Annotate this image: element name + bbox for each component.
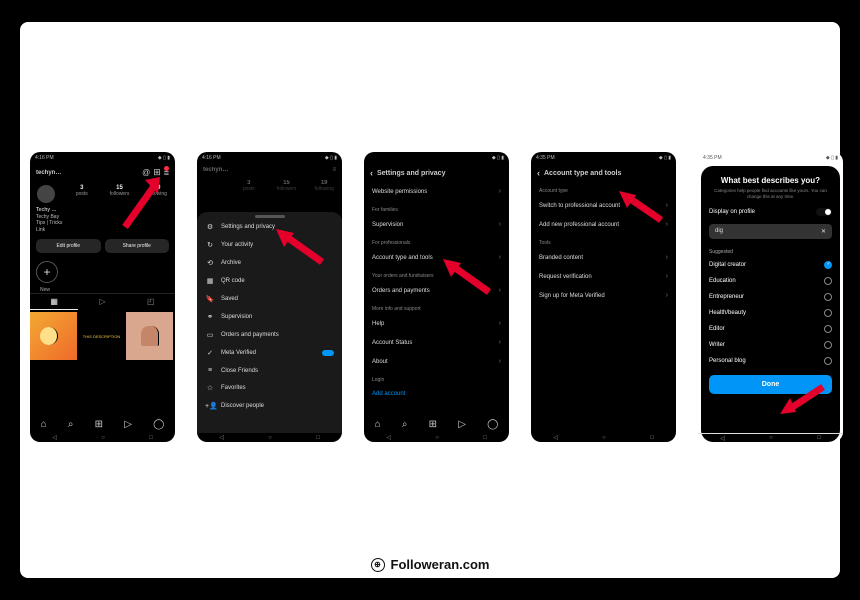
archive-icon: ⟲	[205, 259, 215, 267]
star-icon: ☆	[205, 384, 215, 392]
phone-settings: ◆ ▯ ▮ ‹Settings and privacy Website perm…	[364, 152, 509, 442]
row-account-type-tools[interactable]: Account type and tools›	[364, 248, 509, 267]
profile-header[interactable]: techyn… @ ⊞ ≡	[30, 164, 175, 181]
add-account-link[interactable]: Add account	[364, 385, 509, 403]
menu-your-activity[interactable]: ↻Your activity	[197, 236, 342, 254]
phone-account-type: 4:35 PM◆ ▯ ▮ ‹Account type and tools Acc…	[531, 152, 676, 442]
menu-orders[interactable]: ▭Orders and payments	[197, 326, 342, 344]
search-field[interactable]: dig✕	[709, 224, 832, 239]
qr-icon: ▦	[205, 277, 215, 285]
search-icon[interactable]: ⌕	[68, 419, 74, 430]
row-meta-verified[interactable]: Sign up for Meta Verified›	[531, 286, 676, 305]
reels-tab[interactable]: ▷	[78, 294, 126, 310]
phone-menu-sheet: 4:16 PM◆ ▯ ▮ techyn…≡ 3posts 15followers…	[197, 152, 342, 442]
share-profile-button[interactable]: Share profile	[105, 239, 170, 253]
avatar[interactable]	[37, 185, 55, 203]
supervision-icon: ⚭	[205, 313, 215, 321]
row-help[interactable]: Help›	[364, 314, 509, 333]
option-editor[interactable]: Editor	[701, 321, 840, 337]
menu-meta-verified[interactable]: ✓Meta Verified	[197, 344, 342, 362]
globe-icon: ⊕	[371, 558, 385, 572]
option-health-beauty[interactable]: Health/beauty	[701, 305, 840, 321]
row-switch-professional[interactable]: Switch to professional account›	[531, 196, 676, 215]
card-icon: ▭	[205, 331, 215, 339]
bottom-sheet: ⚙Settings and privacy ↻Your activity ⟲Ar…	[197, 212, 342, 433]
done-button[interactable]: Done	[709, 375, 832, 394]
create-icon[interactable]: ⊞	[153, 167, 161, 178]
status-bar: 4:16 PM◆ ▯ ▮	[30, 152, 175, 164]
option-digital-creator[interactable]: Digital creator	[701, 257, 840, 273]
gear-icon: ⚙	[205, 223, 215, 231]
row-add-professional[interactable]: Add new professional account›	[531, 215, 676, 234]
menu-close-friends[interactable]: ≡Close Friends	[197, 362, 342, 379]
row-about[interactable]: About›	[364, 352, 509, 371]
activity-icon: ↻	[205, 241, 215, 249]
row-account-status[interactable]: Account Status›	[364, 333, 509, 352]
row-branded-content[interactable]: Branded content›	[531, 248, 676, 267]
row-orders-payments[interactable]: Orders and payments›	[364, 281, 509, 300]
person-add-icon: +👤	[205, 402, 215, 410]
page-title: Settings and privacy	[377, 170, 445, 177]
menu-supervision[interactable]: ⚭Supervision	[197, 308, 342, 326]
post-thumbnail[interactable]: THIS DESCRIPTION	[78, 312, 126, 360]
menu-discover[interactable]: +👤Discover people	[197, 397, 342, 415]
option-entrepreneur[interactable]: Entrepreneur	[701, 289, 840, 305]
back-icon[interactable]: ‹	[537, 168, 540, 178]
menu-favorites[interactable]: ☆Favorites	[197, 379, 342, 397]
menu-archive[interactable]: ⟲Archive	[197, 254, 342, 272]
notification-dot	[164, 166, 169, 171]
watermark: ⊕ Followeran.com	[20, 557, 840, 572]
posts-grid: THIS DESCRIPTION	[30, 312, 175, 360]
phone-category-select: 4:35 PM◆ ▯ ▮ What best describes you? Ca…	[698, 152, 843, 442]
display-toggle-label: Display on profile	[709, 209, 755, 215]
profile-stats: 3posts 15followers 19following	[30, 181, 175, 205]
new-highlight-button[interactable]: +	[36, 261, 58, 283]
clear-icon[interactable]: ✕	[821, 228, 826, 235]
bottom-nav: ⌂ ⌕ ⊞ ▷ ◯	[30, 415, 175, 433]
question-subtitle: Categories help people find accounts lik…	[709, 188, 832, 200]
post-thumbnail[interactable]	[30, 312, 78, 360]
create-icon[interactable]: ⊞	[95, 419, 103, 430]
username: techyn…	[36, 170, 61, 176]
display-toggle[interactable]	[816, 208, 832, 216]
post-thumbnail[interactable]	[126, 312, 174, 360]
option-education[interactable]: Education	[701, 273, 840, 289]
grid-tab[interactable]: ▦	[30, 294, 78, 310]
menu-saved[interactable]: 🔖Saved	[197, 290, 342, 308]
page-title: Account type and tools	[544, 170, 621, 177]
bottom-nav: ⌂⌕⊞▷◯	[364, 415, 509, 433]
back-icon[interactable]: ‹	[370, 168, 373, 178]
bookmark-icon: 🔖	[205, 295, 215, 303]
menu-settings-privacy[interactable]: ⚙Settings and privacy	[197, 218, 342, 236]
question-title: What best describes you?	[709, 176, 832, 185]
row-website-permissions[interactable]: Website permissions›	[364, 182, 509, 201]
row-request-verification[interactable]: Request verification›	[531, 267, 676, 286]
content-tabs: ▦ ▷ ◰	[30, 293, 175, 312]
reels-icon[interactable]: ▷	[124, 419, 132, 430]
phone-profile: 4:16 PM◆ ▯ ▮ techyn… @ ⊞ ≡ 3posts 15foll…	[30, 152, 175, 442]
edit-profile-button[interactable]: Edit profile	[36, 239, 101, 253]
verified-icon: ✓	[205, 349, 215, 357]
menu-qr-code[interactable]: ▦QR code	[197, 272, 342, 290]
threads-icon[interactable]: @	[142, 168, 150, 177]
profile-icon[interactable]: ◯	[153, 419, 164, 430]
option-writer[interactable]: Writer	[701, 337, 840, 353]
option-personal-blog[interactable]: Personal blog	[701, 353, 840, 369]
home-icon[interactable]: ⌂	[41, 419, 47, 430]
bio: Techy …Techy Bay Tips | Tricks Link	[30, 205, 175, 235]
list-icon: ≡	[205, 367, 215, 374]
row-supervision[interactable]: Supervision›	[364, 215, 509, 234]
tagged-tab[interactable]: ◰	[127, 294, 175, 310]
